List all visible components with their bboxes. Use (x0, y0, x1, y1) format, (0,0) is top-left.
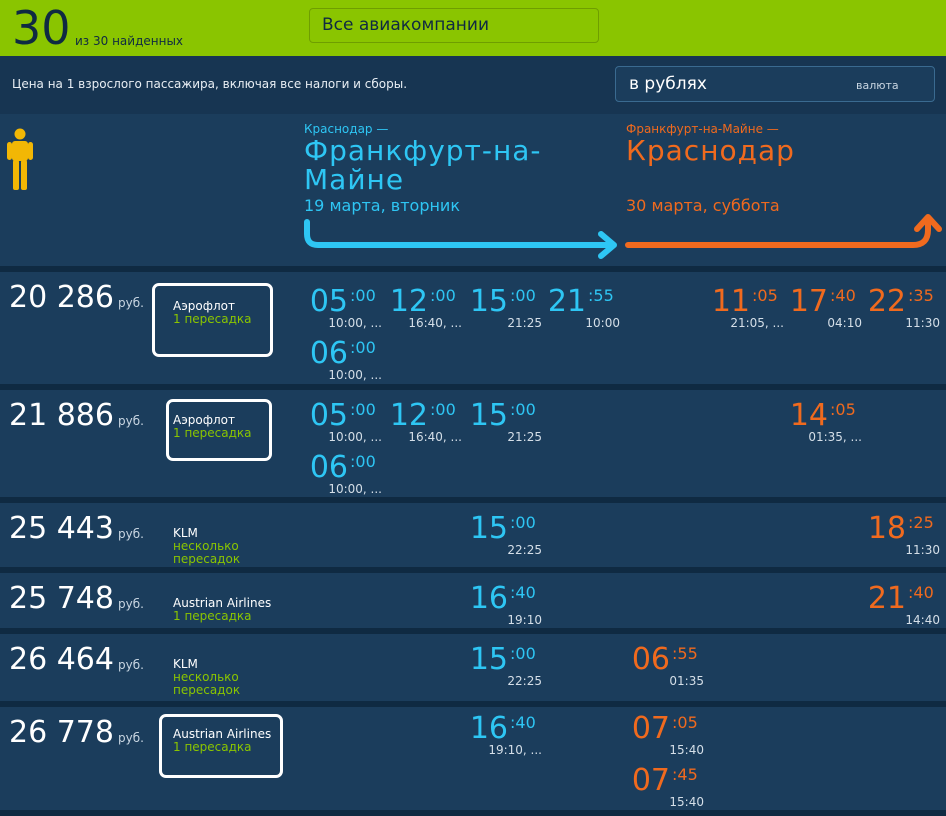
price-currency: руб. (117, 597, 144, 611)
return-flight-time[interactable]: 11:05 21:05, ... (712, 286, 784, 331)
result-row[interactable]: 26 778 руб. Austrian Airlines 1 пересадка… (0, 707, 946, 810)
result-row[interactable]: 26 464 руб. KLM несколько пересадок 15:00… (0, 634, 946, 701)
price-value: 26 778 (9, 715, 114, 750)
return-flight-time[interactable]: 22:35 11:30 (868, 286, 940, 331)
info-bar: Цена на 1 взрослого пассажира, включая в… (0, 56, 946, 114)
price-currency: руб. (117, 527, 144, 541)
price-value: 25 748 (9, 581, 114, 616)
price-currency: руб. (117, 731, 144, 745)
results-count: 30 (12, 1, 71, 55)
outbound-flight-time[interactable]: 15:00 21:25 (470, 400, 542, 445)
result-price: 26 778 руб. (9, 715, 144, 750)
price-currency: руб. (117, 658, 144, 672)
result-price: 26 464 руб. (9, 642, 144, 677)
return-flight-time[interactable]: 21:40 14:40 (868, 583, 940, 628)
route-header: Краснодар — Франкфурт-на-Майне 19 марта,… (0, 114, 946, 266)
currency-select[interactable]: в рублях валюта (615, 66, 935, 102)
stops-info: 1 пересадка (173, 609, 252, 623)
airline-filter-select[interactable]: Все авиакомпании (309, 8, 599, 43)
result-row[interactable]: 21 886 руб. Аэрофлот 1 пересадка 05:00 10:… (0, 390, 946, 497)
outbound-flight-time[interactable]: 15:00 21:25 (470, 286, 542, 331)
outbound-flight-time[interactable]: 06:00 10:00, ... (310, 452, 382, 497)
price-currency: руб. (117, 414, 144, 428)
price-value: 21 886 (9, 398, 114, 433)
stops-info: 1 пересадка (173, 740, 252, 754)
outbound-flight-time[interactable]: 21:55 10:00 (548, 286, 620, 331)
results-header: 30 из 30 найденных Все авиакомпании (0, 0, 946, 56)
result-row[interactable]: 20 286 руб. Аэрофлот 1 пересадка 05:00 10:… (0, 272, 946, 384)
outbound-flight-time[interactable]: 16:40 19:10 (470, 583, 542, 628)
result-row[interactable]: 25 748 руб. Austrian Airlines 1 пересадка… (0, 573, 946, 628)
price-currency: руб. (117, 296, 144, 310)
currency-value: в рублях (629, 74, 707, 94)
outbound-flight-time[interactable]: 05:00 10:00, ... (310, 400, 382, 445)
price-value: 20 286 (9, 280, 114, 315)
result-row[interactable]: 25 443 руб. KLM несколько пересадок 15:00… (0, 503, 946, 567)
outbound-flight-time[interactable]: 15:00 22:25 (470, 513, 542, 558)
price-value: 25 443 (9, 511, 114, 546)
stops-info: несколько пересадок (173, 539, 241, 566)
result-price: 20 286 руб. (9, 280, 144, 315)
currency-label: валюта (856, 79, 899, 92)
price-value: 26 464 (9, 642, 114, 677)
outbound-flight-time[interactable]: 12:00 16:40, ... (390, 400, 462, 445)
return-flight-time[interactable]: 07:45 15:40 (632, 765, 704, 810)
result-price: 25 748 руб. (9, 581, 144, 616)
outbound-flight-time[interactable]: 05:00 10:00, ... (310, 286, 382, 331)
outbound-flight-time[interactable]: 06:00 10:00, ... (310, 338, 382, 383)
return-flight-time[interactable]: 18:25 11:30 (868, 513, 940, 558)
price-note: Цена на 1 взрослого пассажира, включая в… (12, 77, 408, 91)
return-flight-time[interactable]: 06:55 01:35 (632, 644, 704, 689)
outbound-arrow-icon (304, 219, 615, 248)
return-arrow-icon (625, 217, 931, 248)
stops-info: 1 пересадка (173, 312, 252, 326)
outbound-flight-time[interactable]: 12:00 16:40, ... (390, 286, 462, 331)
route-arrows (304, 214, 942, 259)
stops-info: несколько пересадок (173, 670, 241, 697)
row-divider (0, 810, 946, 816)
outbound-flight-time[interactable]: 16:40 19:10, ... (470, 713, 542, 758)
outbound-flight-time[interactable]: 15:00 22:25 (470, 644, 542, 689)
result-price: 25 443 руб. (9, 511, 144, 546)
return-flight-time[interactable]: 17:40 04:10 (790, 286, 862, 331)
return-flight-time[interactable]: 07:05 15:40 (632, 713, 704, 758)
stops-info: 1 пересадка (173, 426, 252, 440)
results-count-subtitle: из 30 найденных (75, 34, 184, 48)
result-price: 21 886 руб. (9, 398, 144, 433)
return-flight-time[interactable]: 14:05 01:35, ... (790, 400, 862, 445)
